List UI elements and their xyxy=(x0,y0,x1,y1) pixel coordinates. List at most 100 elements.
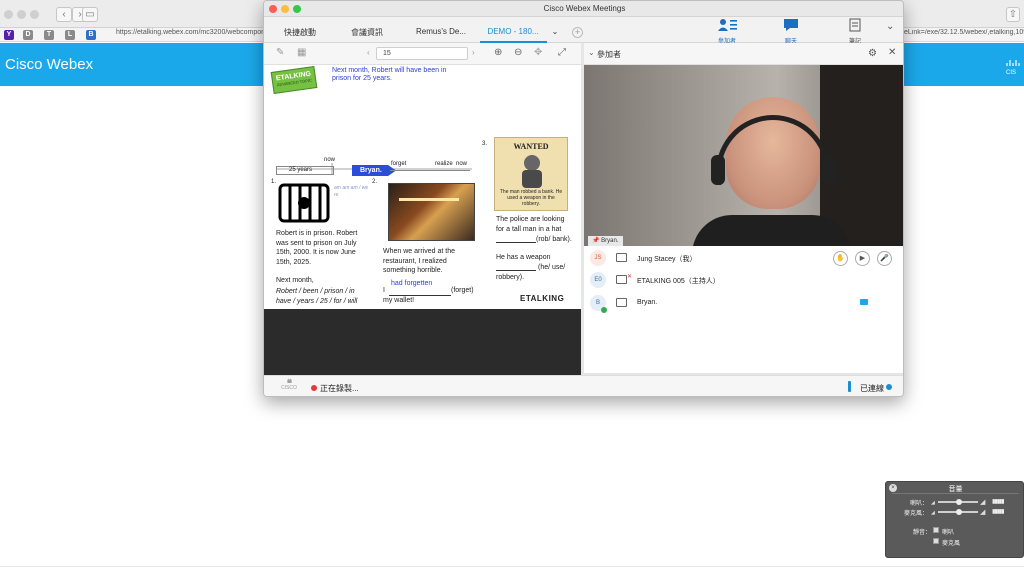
annotate-pen-icon[interactable]: ✎ xyxy=(276,47,284,58)
tab-meeting-info[interactable]: 會議資訊 xyxy=(350,27,384,38)
collapse-chevron-icon[interactable]: ⌄ xyxy=(588,48,595,57)
timeline-now-label: now xyxy=(324,157,336,163)
minimize-window-button[interactable] xyxy=(17,10,26,19)
timeline-forget-label: forget xyxy=(391,161,407,167)
robber-figure-icon xyxy=(522,155,542,188)
sidebar-icon[interactable]: ▭ xyxy=(82,7,98,22)
section-3-text-1: The police are looking for a tall man in… xyxy=(496,216,565,233)
page-number-select[interactable]: 15 xyxy=(376,47,468,60)
mic-low-icon: ◢ xyxy=(931,510,935,516)
window-titlebar: Cisco Webex Meetings xyxy=(264,1,903,17)
section-1-number: 1. xyxy=(271,179,277,185)
participant-name: Bryan. xyxy=(637,299,658,306)
tab-bar: 快捷啟動 會議資訊 Remus's De... DEMO - 180... ⌄ … xyxy=(264,17,903,45)
headset-right-earcup xyxy=(822,155,836,185)
recording-status: 正在錄製... xyxy=(320,384,359,393)
back-button[interactable]: ‹ xyxy=(56,7,72,22)
speaker-high-icon: ◢ xyxy=(980,499,986,506)
participant-row[interactable]: JS Jung Stacey（我） ✋ ▶ 🎤 xyxy=(584,248,903,270)
bookmark-l-icon[interactable]: L xyxy=(65,30,75,40)
mute-label: 靜音： xyxy=(913,530,932,536)
next-page-icon[interactable]: › xyxy=(472,48,475,57)
dialog-title-divider xyxy=(892,493,1019,494)
mute-mic-icon[interactable]: 🎤 xyxy=(877,251,892,266)
tab-demo[interactable]: DEMO - 180... xyxy=(484,27,542,36)
restaurant-photo xyxy=(388,183,475,241)
camera-on-icon xyxy=(860,299,868,305)
section-3-text-2: He has a weapon xyxy=(496,254,551,261)
address-url[interactable]: https://etalking.webex.com/mc3200/webcom… xyxy=(116,29,286,36)
mute-speaker-checkbox[interactable] xyxy=(933,527,939,533)
audio-level-icon xyxy=(848,381,851,392)
mute-microphone-checkbox[interactable] xyxy=(933,538,939,544)
previous-page-icon[interactable]: ‹ xyxy=(367,48,370,57)
participant-avatar: JS xyxy=(590,250,606,266)
microphone-level-meter: ▮▮▮▮▮ xyxy=(992,509,1004,515)
presenter-status-icon xyxy=(601,307,607,313)
timeline-now2-label: now xyxy=(456,161,468,167)
cisco-brand-mark: ıılıılıı CISCO xyxy=(276,379,302,391)
zoom-window-button[interactable] xyxy=(30,10,39,19)
participant-row[interactable]: E0 ✕ ETALKING 005（主持人） xyxy=(584,270,903,292)
section-1-text: Robert is in prison. Robert was sent to … xyxy=(276,230,358,266)
slide-intro: Next month, Robert will have been in pri… xyxy=(332,67,447,82)
microphone-slider-thumb[interactable] xyxy=(956,509,962,515)
raise-hand-icon[interactable]: ✋ xyxy=(833,251,848,266)
pan-icon[interactable]: ✥ xyxy=(534,47,542,58)
participants-button[interactable]: 參加者 xyxy=(712,18,742,45)
participant-name: Jung Stacey（我） xyxy=(637,256,697,263)
page-divider xyxy=(0,566,1024,567)
zoom-out-icon[interactable]: ⊖ xyxy=(514,47,522,58)
computer-audio-muted-icon xyxy=(616,275,627,284)
window-title: Cisco Webex Meetings xyxy=(543,4,626,13)
participants-icon xyxy=(718,19,737,31)
notes-icon xyxy=(849,18,861,32)
section-2-number: 2. xyxy=(372,179,378,185)
share-toolbar: ✎ ▦ ‹ 15 › ⊕ ⊖ ✥ ⤢ xyxy=(264,43,581,65)
recording-dot-icon xyxy=(311,385,317,391)
bookmark-d-icon[interactable]: D xyxy=(23,30,33,40)
participants-panel-header: ⌄ 參加者 ⚙ ✕ xyxy=(584,43,903,65)
participant-row[interactable]: B Bryan. xyxy=(584,293,903,315)
webex-window: Cisco Webex Meetings 快捷啟動 會議資訊 Remus's D… xyxy=(263,0,904,397)
timeline-span-label: 25 years xyxy=(276,166,334,175)
fullscreen-icon[interactable]: ⤢ xyxy=(558,47,566,58)
settings-gear-icon[interactable]: ⚙ xyxy=(868,48,877,59)
wanted-caption: The man robbed a bank. He used a weapon … xyxy=(499,189,563,207)
share-icon[interactable]: ⇧ xyxy=(1006,7,1020,22)
prison-bars-icon xyxy=(278,183,330,223)
section-3-blank-line-1 xyxy=(496,242,536,243)
chat-button[interactable]: 聊天 xyxy=(776,18,806,45)
tab-quick-start[interactable]: 快捷啟動 xyxy=(284,27,316,38)
close-panel-icon[interactable]: ✕ xyxy=(888,47,896,58)
svg-text:CIS: CIS xyxy=(1006,70,1016,75)
bookmark-b-icon[interactable]: B xyxy=(86,30,96,40)
thumbnails-grid-icon[interactable]: ▦ xyxy=(297,47,306,58)
volume-dialog: × 音量 喇叭： ◢ ◢ ▮▮▮▮▮ 麥克風： ◢ ◢ ▮▮▮▮▮ 靜音： 喇叭… xyxy=(885,481,1024,558)
add-tab-icon[interactable]: + xyxy=(572,27,583,38)
timeline-realize-label: realize xyxy=(435,161,453,167)
speaker-low-icon: ◢ xyxy=(931,500,935,506)
section-2-text: When we arrived at the restaurant, I rea… xyxy=(383,248,455,274)
speaker-level-meter: ▮▮▮▮▮ xyxy=(992,499,1004,505)
close-window-button[interactable] xyxy=(4,10,13,19)
speaker-label: 喇叭： xyxy=(910,501,929,507)
cisco-logo-icon: CIS xyxy=(1006,60,1020,75)
bookmark-yahoo-icon[interactable]: Y xyxy=(4,30,14,40)
window-status-bar: ıılıılıı CISCO 正在錄製... 已連線 xyxy=(264,375,903,396)
wanted-poster: WANTED The man robbed a bank. He used a … xyxy=(494,137,568,211)
speaker-shirt xyxy=(692,215,852,246)
connection-status: 已連線 xyxy=(860,384,884,393)
tab-remus-desktop[interactable]: Remus's De... xyxy=(416,27,466,36)
video-toggle-icon[interactable]: ▶ xyxy=(855,251,870,266)
zoom-in-icon[interactable]: ⊕ xyxy=(494,47,502,58)
mute-speaker-label: 喇叭 xyxy=(942,530,955,536)
notes-button[interactable]: 筆記 xyxy=(840,18,870,45)
bookmark-t-icon[interactable]: T xyxy=(44,30,54,40)
participant-avatar: E0 xyxy=(590,272,606,288)
speaker-slider-thumb[interactable] xyxy=(956,499,962,505)
address-url-tail: eLink=/exe/32.12.5/webex/,etalking,10918 xyxy=(904,29,1024,36)
etalking-badge: ETALKING ADVANCED TOPIC xyxy=(270,66,318,94)
more-chevron-icon[interactable]: ⌄ xyxy=(886,21,894,32)
tab-overflow-chevron-icon[interactable]: ⌄ xyxy=(550,27,560,36)
